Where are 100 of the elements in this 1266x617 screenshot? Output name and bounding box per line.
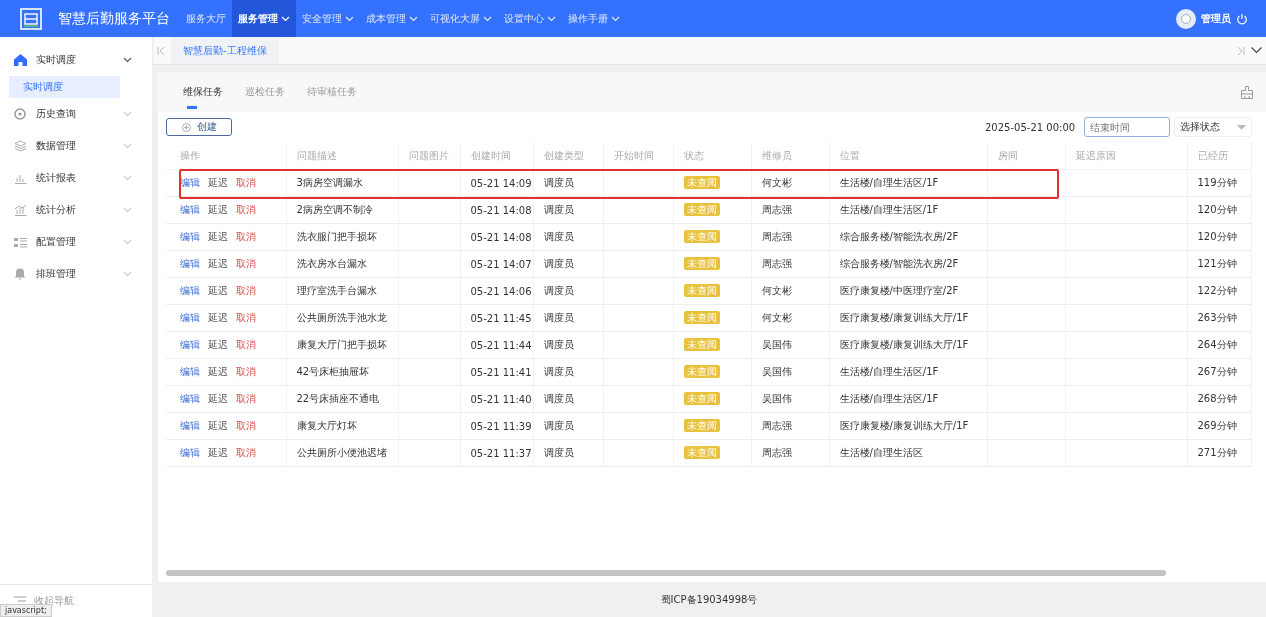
table-cell: 05-21 14:07 bbox=[460, 250, 533, 278]
table-cell: 264分钟 bbox=[1187, 331, 1251, 359]
table-cell: 05-21 14:09 bbox=[460, 169, 533, 197]
action-link[interactable]: 延迟 bbox=[208, 447, 228, 458]
action-link[interactable]: 取消 bbox=[236, 420, 256, 431]
status-badge: 未查阅 bbox=[683, 284, 720, 297]
status-badge: 未查阅 bbox=[683, 203, 720, 216]
table-cell: 生活楼/自理生活区/1F bbox=[829, 358, 987, 386]
action-link[interactable]: 延迟 bbox=[208, 312, 228, 323]
table-cell: 05-21 14:06 bbox=[460, 277, 533, 305]
nav-tab[interactable]: 设置中心 bbox=[498, 0, 562, 37]
column-header: 创建时间 bbox=[460, 142, 533, 170]
chevron-icon bbox=[611, 15, 620, 22]
scroll-left-icon[interactable] bbox=[157, 46, 165, 55]
action-link[interactable]: 延迟 bbox=[208, 366, 228, 377]
action-link[interactable]: 编辑 bbox=[180, 420, 200, 431]
task-tab[interactable]: 维保任务 bbox=[173, 72, 233, 112]
app-title: 智慧后勤服务平台 bbox=[58, 9, 170, 28]
scroll-right-icon[interactable] bbox=[1237, 46, 1245, 55]
action-link[interactable]: 延迟 bbox=[208, 420, 228, 431]
action-link[interactable]: 延迟 bbox=[208, 393, 228, 404]
end-time-field[interactable]: 结束时间 bbox=[1084, 117, 1170, 137]
nav-tab[interactable]: 安全管理 bbox=[296, 0, 360, 37]
user-name[interactable]: 管理员 bbox=[1201, 11, 1231, 26]
sidebar-item[interactable]: 排班管理 bbox=[0, 258, 152, 290]
nav-tab[interactable]: 可视化大屏 bbox=[424, 0, 498, 37]
column-header: 已经历 bbox=[1187, 142, 1251, 170]
action-link[interactable]: 编辑 bbox=[180, 258, 200, 269]
status-badge: 未查阅 bbox=[683, 230, 720, 243]
action-link[interactable]: 编辑 bbox=[180, 312, 200, 323]
page-tab[interactable]: 智慧后勤-工程维保 bbox=[171, 37, 279, 64]
action-link[interactable]: 编辑 bbox=[180, 366, 200, 377]
table-cell: 3病房空调漏水 bbox=[286, 169, 398, 197]
action-link[interactable]: 延迟 bbox=[208, 285, 228, 296]
action-link[interactable]: 延迟 bbox=[208, 204, 228, 215]
nav-tab[interactable]: 成本管理 bbox=[360, 0, 424, 37]
table-cell: 调度员 bbox=[533, 331, 603, 359]
action-link[interactable]: 延迟 bbox=[208, 231, 228, 242]
table-cell: 生活楼/自理生活区/1F bbox=[829, 196, 987, 224]
chevron-icon bbox=[547, 15, 556, 22]
status-select[interactable]: 选择状态 bbox=[1174, 117, 1252, 137]
table-cell: 生活楼/自理生活区 bbox=[829, 439, 987, 467]
nav-tab[interactable]: 服务管理 bbox=[232, 0, 296, 37]
table-cell: 调度员 bbox=[533, 223, 603, 251]
action-link[interactable]: 取消 bbox=[236, 447, 256, 458]
table-cell: 吴国伟 bbox=[751, 331, 829, 359]
nav-tab[interactable]: 服务大厅 bbox=[180, 0, 232, 37]
scrollbar[interactable] bbox=[166, 570, 1166, 576]
table-cell: 调度员 bbox=[533, 304, 603, 332]
table-cell: 调度员 bbox=[533, 250, 603, 278]
table-cell: 康复大厅灯坏 bbox=[286, 412, 398, 440]
column-header: 位置 bbox=[829, 142, 987, 170]
table-cell: 周志强 bbox=[751, 250, 829, 278]
table-cell: 何文彬 bbox=[751, 169, 829, 197]
list-icon bbox=[14, 236, 27, 248]
action-link[interactable]: 取消 bbox=[236, 258, 256, 269]
submenu-item[interactable]: 实时调度 bbox=[9, 76, 120, 98]
action-link[interactable]: 取消 bbox=[236, 231, 256, 242]
sidebar-item[interactable]: 历史查询 bbox=[0, 98, 152, 130]
create-button[interactable]: 创建 bbox=[166, 118, 232, 136]
action-link[interactable]: 取消 bbox=[236, 177, 256, 188]
clear-icon[interactable] bbox=[1241, 85, 1253, 99]
action-link[interactable]: 编辑 bbox=[180, 447, 200, 458]
nav-tab[interactable]: 操作手册 bbox=[562, 0, 626, 37]
avatar-icon[interactable] bbox=[1176, 8, 1196, 29]
action-link[interactable]: 编辑 bbox=[180, 339, 200, 350]
action-link[interactable]: 取消 bbox=[236, 393, 256, 404]
action-link[interactable]: 编辑 bbox=[180, 285, 200, 296]
action-link[interactable]: 取消 bbox=[236, 204, 256, 215]
sidebar-item[interactable]: 统计分析 bbox=[0, 194, 152, 226]
table-cell: 271分钟 bbox=[1187, 439, 1251, 467]
task-tab[interactable]: 待审核任务 bbox=[297, 72, 367, 112]
action-link[interactable]: 编辑 bbox=[180, 231, 200, 242]
sidebar-item[interactable]: 统计报表 bbox=[0, 162, 152, 194]
table-cell: 269分钟 bbox=[1187, 412, 1251, 440]
sidebar-item[interactable]: 实时调度 bbox=[0, 44, 152, 76]
action-link[interactable]: 延迟 bbox=[208, 258, 228, 269]
action-link[interactable]: 取消 bbox=[236, 339, 256, 350]
action-link[interactable]: 取消 bbox=[236, 312, 256, 323]
action-link[interactable]: 延迟 bbox=[208, 177, 228, 188]
table-cell: 122分钟 bbox=[1187, 277, 1251, 305]
chevron-icon bbox=[483, 15, 492, 22]
chevron-down-icon[interactable] bbox=[1251, 47, 1262, 54]
action-link[interactable]: 取消 bbox=[236, 366, 256, 377]
table-cell: 调度员 bbox=[533, 277, 603, 305]
sidebar-item[interactable]: 数据管理 bbox=[0, 130, 152, 162]
chart-icon bbox=[14, 204, 27, 216]
task-tab[interactable]: 巡检任务 bbox=[235, 72, 295, 112]
chevron-icon bbox=[281, 15, 290, 22]
action-link[interactable]: 编辑 bbox=[180, 204, 200, 215]
icp-text: 蜀ICP备19034998号 bbox=[660, 592, 758, 607]
table-cell: 05-21 11:44 bbox=[460, 331, 533, 359]
table-cell: 05-21 14:08 bbox=[460, 196, 533, 224]
table-cell: 120分钟 bbox=[1187, 196, 1251, 224]
sidebar-item[interactable]: 配置管理 bbox=[0, 226, 152, 258]
power-icon[interactable] bbox=[1236, 12, 1248, 25]
table-cell: 康复大厅门把手损坏 bbox=[286, 331, 398, 359]
action-link[interactable]: 编辑 bbox=[180, 393, 200, 404]
action-link[interactable]: 取消 bbox=[236, 285, 256, 296]
action-link[interactable]: 延迟 bbox=[208, 339, 228, 350]
